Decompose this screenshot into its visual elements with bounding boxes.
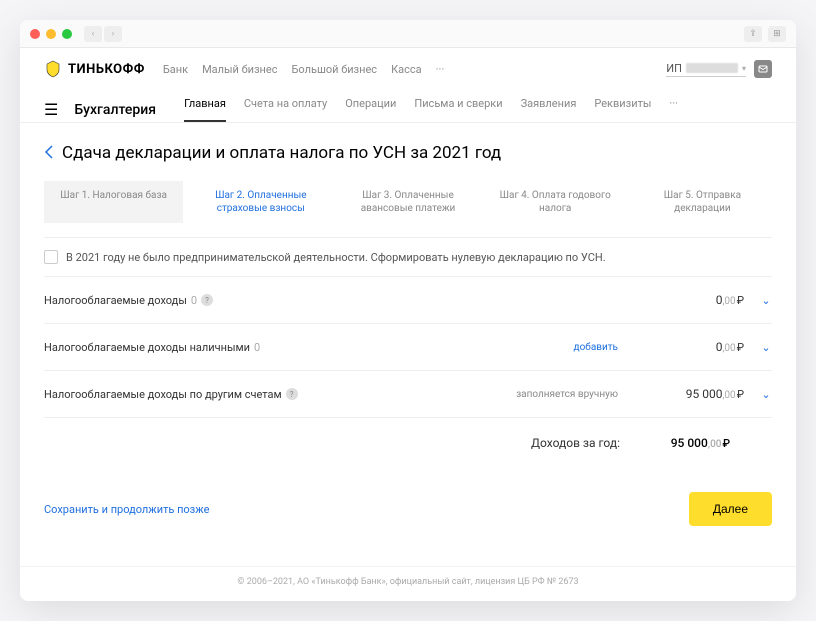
wizard-steps: Шаг 1. Налоговая база Шаг 2. Оплаченные … [44, 181, 772, 223]
window-minimize-button[interactable] [46, 29, 56, 39]
zero-declaration-checkbox[interactable] [44, 250, 58, 264]
brand-logo-icon [44, 60, 62, 78]
nav-back-button[interactable]: ‹ [84, 26, 102, 42]
step-4[interactable]: Шаг 4. Оплата годового налога [486, 181, 625, 223]
chevron-down-icon: ▾ [742, 64, 746, 73]
zero-declaration-row: В 2021 году не было предпринимательской … [44, 237, 772, 277]
tab-letters[interactable]: Письма и сверки [414, 97, 502, 122]
step-1[interactable]: Шаг 1. Налоговая база [44, 181, 183, 223]
header-user: ИП ▾ [666, 60, 772, 78]
back-arrow-icon[interactable] [44, 144, 54, 163]
nav-forward-button[interactable]: › [104, 26, 122, 42]
top-nav: Банк Малый бизнес Большой бизнес Касса ·… [163, 63, 444, 76]
user-prefix: ИП [666, 62, 682, 75]
expand-chevron-icon[interactable]: ⌄ [760, 388, 772, 401]
row-count: 0 [254, 341, 260, 354]
browser-nav: ‹ › [84, 26, 122, 42]
tab-invoices[interactable]: Счета на оплату [244, 97, 327, 122]
top-nav-bank[interactable]: Банк [163, 63, 188, 76]
row-amount: 0,00₽ [654, 293, 744, 307]
add-link[interactable]: добавить [574, 342, 618, 353]
page-title: Сдача декларации и оплата налога по УСН … [62, 143, 501, 163]
user-menu[interactable]: ИП ▾ [666, 62, 746, 77]
tab-more[interactable]: ··· [669, 97, 678, 122]
app-window: ‹ › ⇪ ⊞ ТИНЬКОФФ Банк Малый бизнес Больш… [20, 20, 796, 601]
hamburger-menu-icon[interactable]: ☰ [44, 100, 58, 119]
section-header: ☰ Бухгалтерия Главная Счета на оплату Оп… [20, 86, 796, 122]
help-icon[interactable]: ? [286, 388, 298, 400]
tab-requests[interactable]: Заявления [521, 97, 577, 122]
save-and-continue-link[interactable]: Сохранить и продолжить позже [44, 503, 209, 516]
income-row-cash: Налогооблагаемые доходы наличными 0 доба… [44, 324, 772, 371]
next-button[interactable]: Далее [689, 492, 772, 526]
top-header: ТИНЬКОФФ Банк Малый бизнес Большой бизне… [20, 48, 796, 86]
step-5[interactable]: Шаг 5. Отправка декларации [633, 181, 772, 223]
income-row-other-accounts: Налогооблагаемые доходы по другим счетам… [44, 371, 772, 418]
user-name-redacted [686, 63, 738, 73]
top-nav-small-biz[interactable]: Малый бизнес [202, 63, 277, 76]
tab-main[interactable]: Главная [184, 97, 226, 122]
row-label: Налогооблагаемые доходы [44, 294, 187, 307]
brand[interactable]: ТИНЬКОФФ [44, 60, 145, 78]
tab-details[interactable]: Реквизиты [594, 97, 651, 122]
tab-operations[interactable]: Операции [345, 97, 396, 122]
row-count: 0 [191, 294, 197, 307]
window-maximize-button[interactable] [62, 29, 72, 39]
row-label: Налогооблагаемые доходы наличными [44, 341, 250, 354]
total-label: Доходов за год: [531, 436, 620, 450]
step-3[interactable]: Шаг 3. Оплаченные авансовые платежи [338, 181, 477, 223]
row-label: Налогооблагаемые доходы по другим счетам [44, 388, 282, 401]
page-head: Сдача декларации и оплата налога по УСН … [44, 143, 772, 163]
window-close-button[interactable] [30, 29, 40, 39]
brand-name: ТИНЬКОФФ [68, 62, 145, 77]
zero-declaration-label: В 2021 году не было предпринимательской … [66, 251, 606, 264]
top-nav-big-biz[interactable]: Большой бизнес [292, 63, 378, 76]
share-icon[interactable]: ⇪ [744, 26, 762, 42]
row-amount: 95 000,00₽ [654, 387, 744, 401]
income-row-taxable: Налогооблагаемые доходы 0 ? 0,00₽ ⌄ [44, 277, 772, 324]
total-row: Доходов за год: 95 000,00₽ [44, 418, 772, 468]
window-titlebar: ‹ › ⇪ ⊞ [20, 20, 796, 48]
expand-chevron-icon[interactable]: ⌄ [760, 341, 772, 354]
top-nav-more[interactable]: ··· [436, 63, 445, 76]
tabs-icon[interactable]: ⊞ [768, 26, 786, 42]
total-amount: 95 000,00₽ [640, 436, 730, 450]
content: Сдача декларации и оплата налога по УСН … [20, 123, 796, 556]
manual-note: заполняется вручную [516, 389, 618, 400]
row-amount: 0,00₽ [654, 340, 744, 354]
section-tabs: Главная Счета на оплату Операции Письма … [184, 97, 678, 122]
action-bar: Сохранить и продолжить позже Далее [44, 468, 772, 556]
help-icon[interactable]: ? [201, 294, 213, 306]
expand-chevron-icon[interactable]: ⌄ [760, 294, 772, 307]
section-title: Бухгалтерия [74, 102, 156, 118]
step-2[interactable]: Шаг 2. Оплаченные страховые взносы [191, 181, 330, 223]
top-nav-kassa[interactable]: Касса [391, 63, 422, 76]
avatar[interactable] [754, 60, 772, 78]
